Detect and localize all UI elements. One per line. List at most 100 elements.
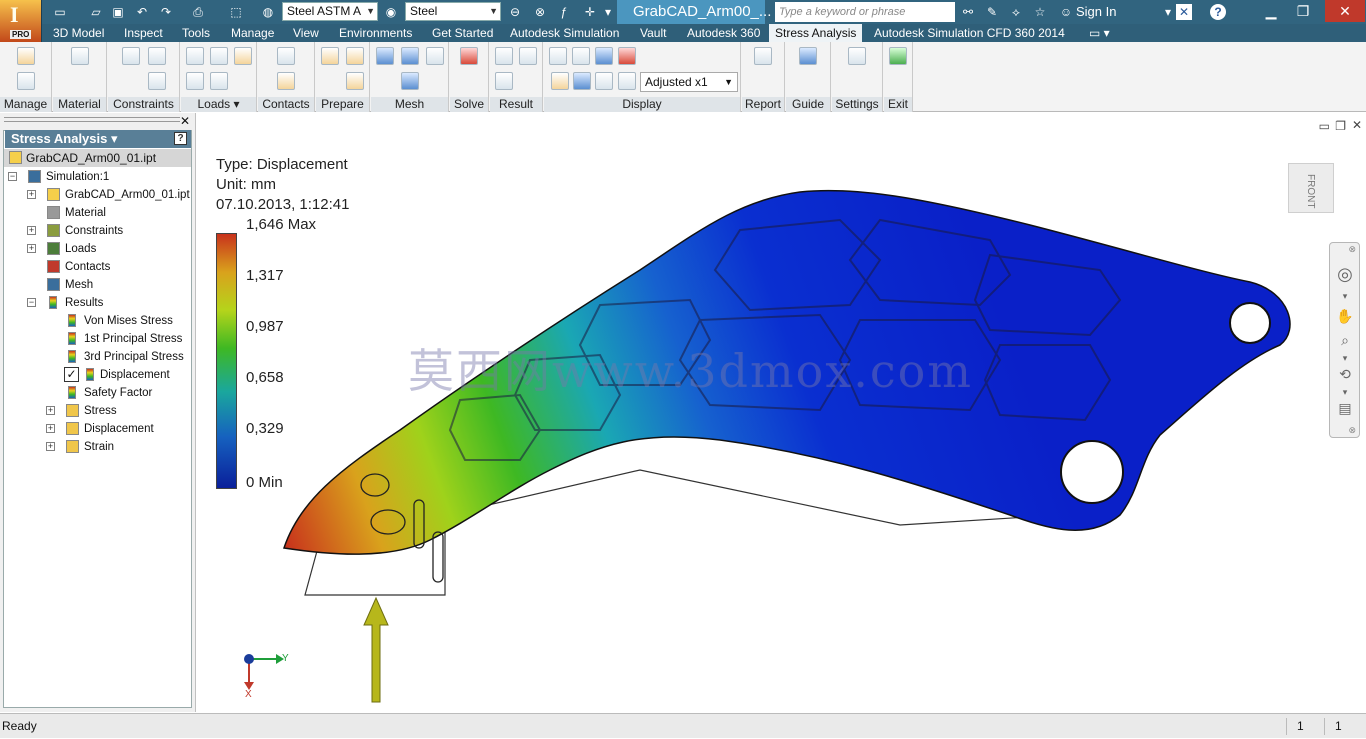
- expand-icon[interactable]: +: [46, 442, 55, 451]
- navbar-close-icon[interactable]: ⊗: [1348, 244, 1356, 255]
- report-icon[interactable]: [754, 47, 772, 65]
- guide-icon[interactable]: [799, 47, 817, 65]
- tab-simulation-cfd[interactable]: Autodesk Simulation CFD 360 2014: [874, 24, 1065, 42]
- panel-loads-label[interactable]: Loads ▾: [181, 97, 256, 112]
- create-simulation-icon[interactable]: [17, 47, 35, 65]
- pin-constraint-icon[interactable]: [148, 47, 166, 65]
- zoom-out-icon[interactable]: ⊗: [532, 4, 548, 20]
- print-icon[interactable]: ⎙: [190, 4, 206, 20]
- simplify-icon[interactable]: [321, 47, 339, 65]
- redo-icon[interactable]: ↷: [158, 4, 174, 20]
- expand-icon[interactable]: +: [27, 190, 36, 199]
- wheel-dropdown-icon[interactable]: ▾: [1336, 287, 1354, 305]
- probe-labels-icon[interactable]: [572, 47, 590, 65]
- look-at-icon[interactable]: ▤: [1336, 399, 1354, 417]
- material-combo[interactable]: Steel ASTM A ▼: [282, 2, 378, 21]
- browser-header[interactable]: Stress Analysis ▾ ?: [5, 130, 191, 148]
- tab-stress-analysis[interactable]: Stress Analysis: [769, 24, 863, 42]
- manual-contacts-icon[interactable]: [277, 72, 295, 90]
- navbar-options-icon[interactable]: ⊗: [1348, 425, 1356, 436]
- simulation-settings-icon[interactable]: [17, 72, 35, 90]
- displacement-scale-combo[interactable]: Adjusted x1 ▼: [640, 72, 738, 92]
- midsurface-icon[interactable]: [346, 72, 364, 90]
- fixed-constraint-icon[interactable]: [122, 47, 140, 65]
- force-icon[interactable]: [186, 47, 204, 65]
- expand-icon[interactable]: +: [27, 226, 36, 235]
- function-icon[interactable]: ƒ: [556, 4, 572, 20]
- exchange-icon[interactable]: ✕: [1176, 4, 1192, 20]
- search-input[interactable]: Type a keyword or phrase: [775, 2, 955, 22]
- tab-get-started[interactable]: Get Started: [432, 24, 493, 42]
- zoom-icon[interactable]: ⌕: [1336, 331, 1354, 349]
- automatic-contacts-icon[interactable]: [277, 47, 295, 65]
- viewcube[interactable]: FRONT: [1288, 163, 1334, 213]
- collapse-icon[interactable]: −: [8, 172, 17, 181]
- appearance-icon[interactable]: ◉: [383, 4, 399, 20]
- expand-icon[interactable]: +: [27, 244, 36, 253]
- tab-inspect[interactable]: Inspect: [124, 24, 163, 42]
- simulate-icon[interactable]: [460, 47, 478, 65]
- help-icon[interactable]: ?: [1210, 4, 1226, 20]
- convergence-plot-icon[interactable]: [519, 47, 537, 65]
- animate-icon[interactable]: [495, 47, 513, 65]
- assign-material-icon[interactable]: [71, 47, 89, 65]
- globe-icon[interactable]: ◍: [260, 4, 276, 20]
- satellite-icon[interactable]: ⟡: [1008, 4, 1024, 20]
- gravity-icon[interactable]: [234, 47, 252, 65]
- document-tab[interactable]: GrabCAD_Arm00_...: [617, 0, 771, 24]
- mesh-settings-icon[interactable]: [401, 47, 419, 65]
- tab-3d-model[interactable]: 3D Model: [53, 24, 104, 42]
- pan-icon[interactable]: ✋: [1336, 307, 1354, 325]
- tools-icon[interactable]: ✎: [984, 4, 1000, 20]
- same-scale-icon[interactable]: [549, 47, 567, 65]
- collapse-icon[interactable]: −: [27, 298, 36, 307]
- tab-environments[interactable]: Environments: [339, 24, 412, 42]
- tab-tools[interactable]: Tools: [182, 24, 210, 42]
- sign-in-dropdown-icon[interactable]: ▾: [1160, 4, 1176, 20]
- max-min-icon[interactable]: [618, 47, 636, 65]
- dropdown-icon[interactable]: ▾: [600, 4, 616, 20]
- bearing-load-icon[interactable]: [186, 72, 204, 90]
- minimize-button[interactable]: ▁: [1258, 0, 1284, 22]
- force-arrow-icon[interactable]: [363, 596, 389, 703]
- boundary-conditions-icon[interactable]: [618, 72, 636, 90]
- app-logo[interactable]: I PRO: [0, 0, 42, 42]
- browser-close-icon[interactable]: ✕: [180, 114, 190, 128]
- tab-view[interactable]: View: [293, 24, 319, 42]
- mesh-view-icon[interactable]: [376, 47, 394, 65]
- tab-autodesk-360[interactable]: Autodesk 360: [687, 24, 760, 42]
- sign-in-link[interactable]: Sign In: [1076, 4, 1116, 19]
- frictionless-constraint-icon[interactable]: [148, 72, 166, 90]
- smooth-shading-icon[interactable]: [551, 72, 569, 90]
- shell-icon[interactable]: [346, 47, 364, 65]
- expand-icon[interactable]: +: [46, 424, 55, 433]
- orbit-icon[interactable]: ⟲: [1336, 365, 1354, 383]
- undo-icon[interactable]: ↶: [134, 4, 150, 20]
- binoculars-icon[interactable]: ⚯: [960, 4, 976, 20]
- moment-icon[interactable]: [210, 72, 228, 90]
- save-icon[interactable]: ▣: [110, 4, 126, 20]
- new-icon[interactable]: ▭: [52, 4, 68, 20]
- probe-icon[interactable]: [495, 72, 513, 90]
- stress-settings-icon[interactable]: [848, 47, 866, 65]
- browser-root[interactable]: GrabCAD_Arm00_01.ipt: [4, 149, 191, 167]
- tab-autodesk-simulation[interactable]: Autodesk Simulation: [510, 24, 619, 42]
- plus-icon[interactable]: ✛: [582, 4, 598, 20]
- select-icon[interactable]: ⬚: [228, 4, 244, 20]
- open-icon[interactable]: ▱: [88, 4, 104, 20]
- restore-button[interactable]: ❐: [1290, 0, 1316, 22]
- local-mesh-icon[interactable]: [401, 72, 419, 90]
- convergence-icon[interactable]: [426, 47, 444, 65]
- panel-grip[interactable]: [4, 117, 180, 122]
- steering-wheel-icon[interactable]: ◎: [1336, 265, 1354, 283]
- finish-analysis-icon[interactable]: [889, 47, 907, 65]
- tab-options-icon[interactable]: ▭ ▾: [1089, 24, 1110, 42]
- close-button[interactable]: ✕: [1325, 0, 1365, 22]
- zoom-icon[interactable]: ⊖: [507, 4, 523, 20]
- color-bar-icon[interactable]: [595, 47, 613, 65]
- pressure-icon[interactable]: [210, 47, 228, 65]
- tab-vault[interactable]: Vault: [640, 24, 666, 42]
- tab-manage[interactable]: Manage: [231, 24, 274, 42]
- contour-shading-icon[interactable]: [573, 72, 591, 90]
- star-icon[interactable]: ☆: [1032, 4, 1048, 20]
